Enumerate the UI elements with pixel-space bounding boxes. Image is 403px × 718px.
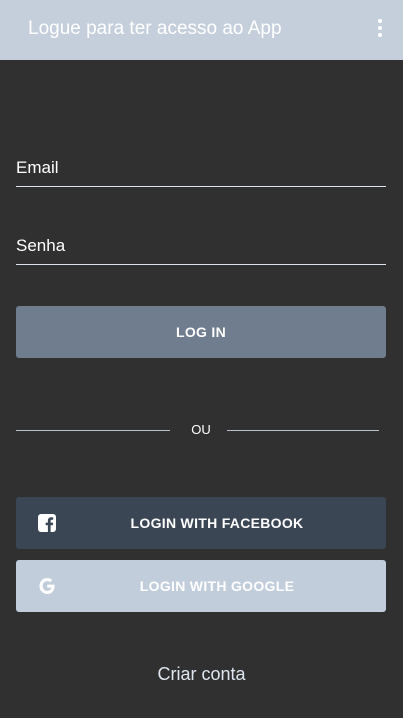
divider-line-left (16, 430, 170, 431)
create-account-link[interactable]: Criar conta (0, 664, 403, 685)
google-login-label: LOGIN WITH GOOGLE (139, 578, 295, 594)
or-divider: OU (16, 422, 379, 437)
facebook-login-button[interactable]: LOGIN WITH FACEBOOK (16, 497, 386, 549)
email-field-container (16, 147, 386, 187)
password-field-container (16, 225, 386, 265)
divider-line-right (227, 430, 379, 431)
more-vert-icon[interactable] (375, 19, 385, 41)
login-button[interactable]: LOG IN (16, 306, 386, 358)
divider-text: OU (191, 422, 211, 437)
facebook-login-label: LOGIN WITH FACEBOOK (130, 515, 304, 531)
login-button-label: LOG IN (175, 324, 227, 340)
password-field[interactable] (16, 236, 386, 256)
email-field[interactable] (16, 158, 386, 178)
app-bar-title: Logue para ter acesso ao App (28, 18, 282, 39)
app-bar: Logue para ter acesso ao App (0, 0, 403, 60)
google-login-button[interactable]: LOGIN WITH GOOGLE (16, 560, 386, 612)
